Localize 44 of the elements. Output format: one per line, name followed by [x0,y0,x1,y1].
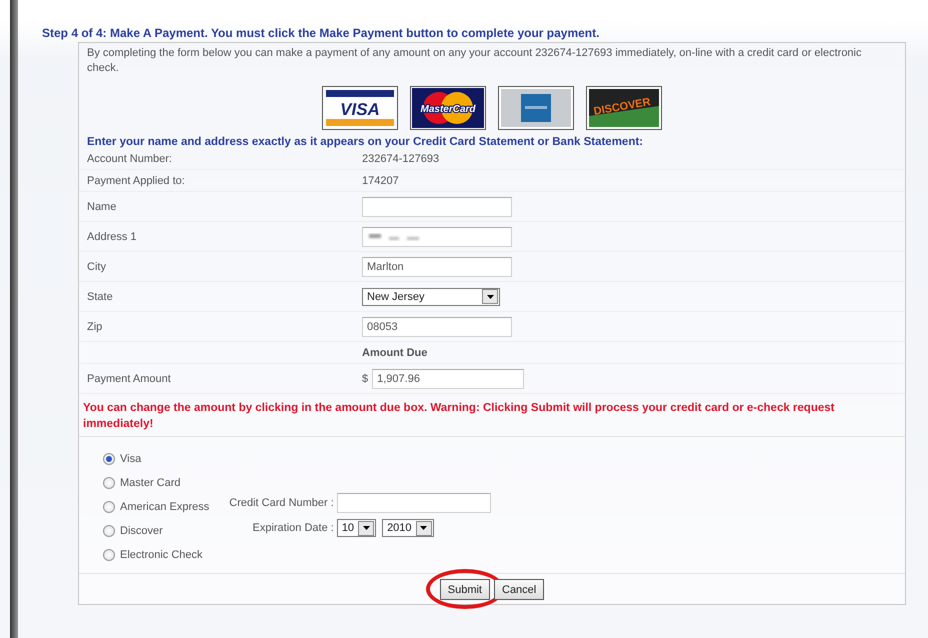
field-label: State [87,290,113,302]
radio-button[interactable] [103,477,115,489]
card-number-field[interactable] [336,493,491,513]
state-dropdown[interactable]: New Jersey [362,288,500,306]
date-dropdown[interactable]: 2010 [382,519,434,537]
page-heading: Step 4 of 4: Make A Payment. You must click the Make Payment button to complete your payment. [42,26,600,40]
input-field[interactable]: 08053 [362,316,512,336]
field-label: Payment Amount [87,372,171,384]
discover-logo: DISCOVER [586,86,662,130]
warning-text: You can change the amount by clicking in the amount due box. Warning: Clicking Submit will process your credit card or e-check request immediately! [79,394,905,437]
radio-label: Discover [120,525,163,537]
field-label: Name [87,200,116,212]
radio-label: Visa [120,453,142,465]
radio-label: Electronic Check [120,549,203,561]
field-label: Expiration Date : [251,522,334,534]
input-field[interactable]: Marlton [362,256,512,276]
radio-button[interactable] [103,525,115,537]
cancel-button[interactable]: Cancel [494,579,544,600]
radio-label: Master Card [120,477,181,489]
dropdown-arrow-icon [362,526,370,530]
field-label: Address 1 [87,230,137,242]
currency-symbol: $ [362,372,368,384]
field-label: Payment Applied to: [87,174,185,186]
field-label: Credit Card Number : [229,497,334,509]
date-dropdown[interactable]: 10 [336,519,376,537]
submit-button[interactable]: Submit [440,579,490,600]
radio-button[interactable] [103,549,115,561]
visa-logo: VISA [322,86,398,130]
field-label: Zip [87,320,102,332]
field-value: 232674-127693 [362,152,440,164]
instruction-text: Enter your name and address exactly as it appears on your Credit Card Statement or Bank Statement: [86,136,644,148]
field-label: Account Number: [87,152,172,164]
field-label: City [87,260,106,272]
radio-label: American Express [120,501,210,513]
field-value: 174207 [362,174,399,186]
input-field[interactable] [362,196,512,216]
intro-text: By completing the form below you can make a payment of any amount on any your account 232674-127693 immediately, on-line with a credit card or electronic check. [86,46,862,76]
column-heading: Amount Due [362,346,428,358]
dropdown-arrow-icon [486,294,494,298]
dropdown-arrow-icon [420,526,428,530]
input-field[interactable] [362,226,512,246]
radio-button[interactable] [103,453,115,465]
amount-field[interactable]: 1,907.96 [372,368,524,388]
radio-button[interactable] [103,501,115,513]
